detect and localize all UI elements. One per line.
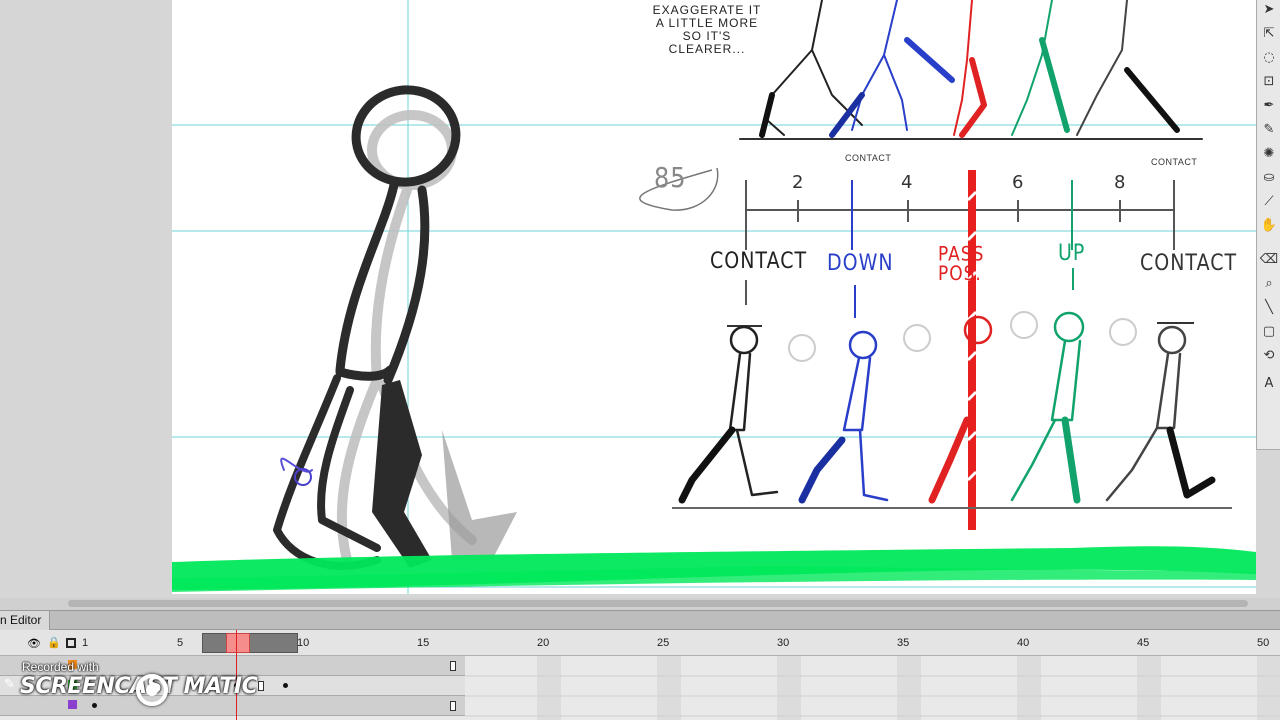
frame-cells: [465, 656, 1280, 720]
ruler-number-5: 5: [177, 637, 184, 649]
reference-page-number: 85: [654, 161, 687, 195]
ruler-number-25: 25: [657, 637, 670, 649]
ruler-number-30: 30: [777, 637, 790, 649]
brush-tool-icon[interactable]: ✺: [1259, 144, 1279, 164]
layer-color-swatch: [68, 700, 77, 709]
timeline-tab[interactable]: n Editor: [0, 611, 51, 630]
reference-contact-right: CONTACT: [1151, 157, 1198, 167]
ruler-number-45: 45: [1137, 637, 1150, 649]
playhead-handle[interactable]: [226, 633, 250, 653]
stage-canvas[interactable]: EXAGGERATE IT A LITTLE MORE SO IT'S CLEA…: [172, 0, 1256, 594]
line-tool-icon[interactable]: ╲: [1259, 298, 1279, 318]
pose-label-contact: CONTACT: [710, 248, 808, 274]
stage-horizontal-scrollbar[interactable]: [0, 598, 1280, 610]
pencil-tool-icon[interactable]: ✎: [1259, 120, 1279, 140]
hand-tool-icon[interactable]: ✋: [1259, 216, 1279, 236]
onion-skin-range[interactable]: [202, 633, 298, 653]
paint-bucket-tool-icon[interactable]: ⛀: [1259, 168, 1279, 188]
pose-label-contact-end: CONTACT: [1140, 250, 1238, 276]
reference-top-walkers: [739, 0, 1203, 140]
pose-label-passing: PASS POS.: [938, 243, 985, 286]
keyframe-end-icon: [450, 701, 456, 711]
ruler-number-35: 35: [897, 637, 910, 649]
zoom-tool-icon[interactable]: ⌕: [1259, 274, 1279, 294]
animation-app: EXAGGERATE IT A LITTLE MORE SO IT'S CLEA…: [0, 0, 1280, 720]
selection-tool-icon[interactable]: ➤: [1259, 0, 1279, 20]
transform-tool-icon[interactable]: ⊡: [1259, 72, 1279, 92]
pose-label-down: DOWN: [827, 250, 894, 276]
passing-position-marker: [966, 170, 978, 530]
tick-number-6: 6: [1012, 172, 1024, 193]
reference-contact-left: CONTACT: [845, 153, 892, 163]
tick-number-8: 8: [1114, 172, 1126, 193]
pose-label-up: UP: [1058, 240, 1086, 266]
reference-annotation-note: EXAGGERATE IT A LITTLE MORE SO IT'S CLEA…: [652, 3, 762, 56]
ruler-number-15: 15: [417, 637, 430, 649]
text-tool-icon[interactable]: A: [1259, 374, 1279, 394]
frame-ruler[interactable]: 👁 🔒 1 5 10 15 20 25 30 35 40 45 50: [0, 630, 1280, 656]
eraser-tool-icon[interactable]: ⌫: [1259, 250, 1279, 270]
pasteboard: EXAGGERATE IT A LITTLE MORE SO IT'S CLEA…: [0, 0, 1256, 598]
frames-grid[interactable]: [465, 656, 1280, 720]
tick-number-2: 2: [792, 172, 804, 193]
timeline-panel-header: n Editor: [0, 610, 1280, 630]
pencil-icon: ✎: [4, 676, 15, 691]
eyedropper-tool-icon[interactable]: ⟋: [1259, 192, 1279, 212]
stage-drawing: [172, 0, 1256, 594]
tools-panel: ➤ ⇱ ◌ ⊡ ✒ ✎ ✺ ⛀ ⟋ ✋ ⌫ ⌕ ╲ ▢ ⟲ A: [1256, 0, 1280, 450]
watermark-recorded-with: Recorded with: [22, 660, 99, 674]
keyframe-end-icon: [450, 661, 456, 671]
layer-row[interactable]: [0, 696, 465, 716]
tick-number-4: 4: [901, 172, 913, 193]
lock-icon[interactable]: 🔒: [47, 636, 61, 649]
keyframe-dot-icon: [283, 683, 288, 688]
ruler-number-10: 10: [297, 637, 310, 649]
onion-skin-leg: [442, 430, 517, 560]
rotate-tool-icon[interactable]: ⟲: [1259, 346, 1279, 366]
ruler-number-1: 1: [82, 637, 89, 649]
rectangle-tool-icon[interactable]: ▢: [1259, 322, 1279, 342]
guide-lines: [172, 0, 1256, 594]
outline-icon[interactable]: [66, 638, 76, 648]
keyframe-end-icon: [258, 681, 264, 691]
scrollbar-thumb[interactable]: [68, 600, 1248, 607]
tools-panel-empty: [1256, 450, 1280, 598]
keyframe-dot-icon: [92, 703, 97, 708]
ruler-number-50: 50: [1257, 637, 1270, 649]
reference-bottom-walkers: [678, 311, 1216, 504]
eye-icon[interactable]: 👁: [27, 637, 41, 650]
ruler-number-20: 20: [537, 637, 550, 649]
ruler-number-40: 40: [1017, 637, 1030, 649]
pen-tool-icon[interactable]: ✒: [1259, 96, 1279, 116]
lasso-tool-icon[interactable]: ◌: [1259, 48, 1279, 68]
screencast-logo-icon: [136, 674, 168, 706]
subselection-tool-icon[interactable]: ⇱: [1259, 24, 1279, 44]
